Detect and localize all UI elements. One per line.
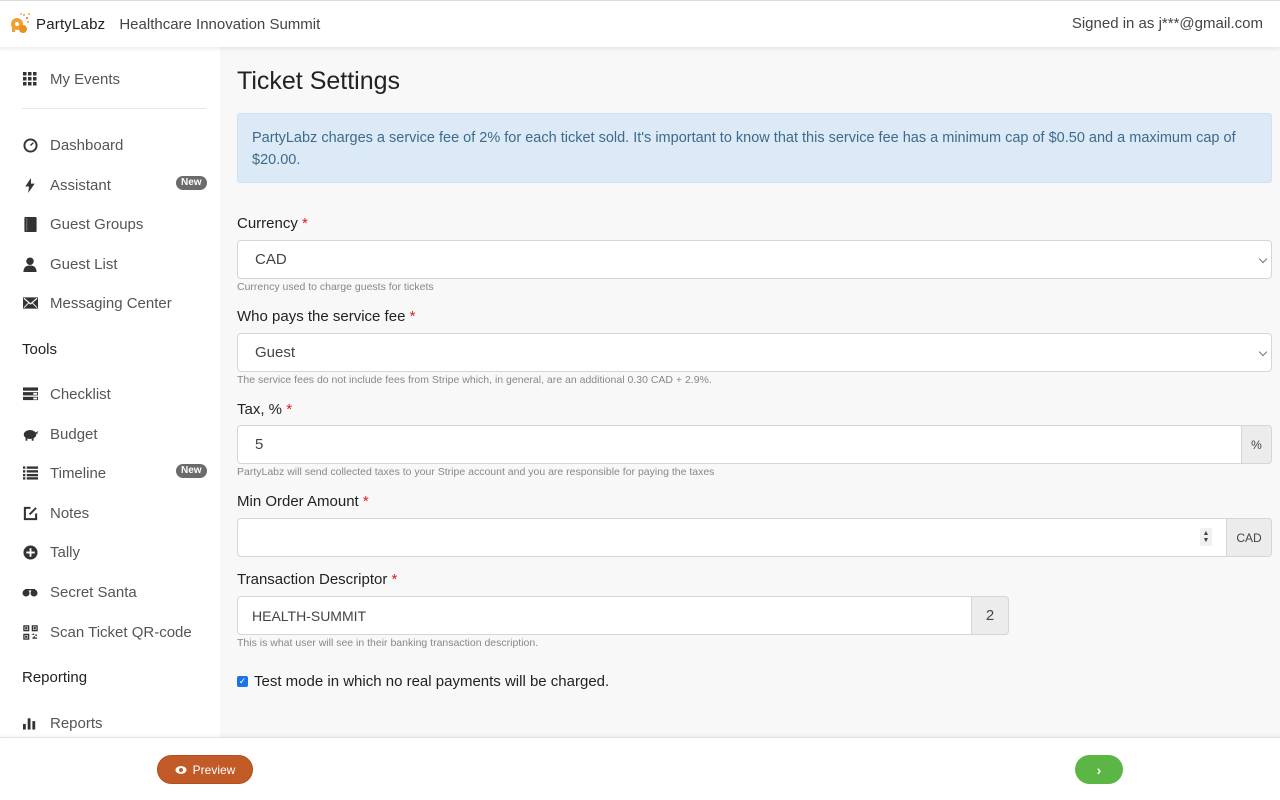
sidebar-item-dashboard[interactable]: Dashboard	[22, 134, 123, 156]
required-mark: *	[391, 571, 398, 588]
grid-icon	[22, 71, 38, 87]
currency-select[interactable]: CAD	[237, 240, 1272, 279]
sidebar-item-label: Checklist	[50, 385, 111, 403]
sidebar-item-label: Timeline	[50, 464, 107, 482]
chevron-right-icon: ›	[1096, 761, 1102, 778]
sidebar-item-assistant[interactable]: Assistant	[22, 174, 111, 196]
tax-label-text: Tax, %	[237, 401, 283, 418]
user-icon	[22, 256, 38, 272]
sidebar-item-label: Tally	[50, 543, 81, 561]
sidebar-item-label: Secret Santa	[50, 583, 137, 601]
fee-payer-value: Guest	[255, 344, 296, 361]
sidebar-item-label: Scan Ticket QR-code	[50, 623, 192, 641]
sidebar: My Events Dashboard Assistant New Guest …	[0, 47, 220, 737]
test-mode-row[interactable]: ✓ Test mode in which no real payments wi…	[237, 673, 609, 690]
fee-payer-label-text: Who pays the service fee	[237, 308, 406, 325]
test-mode-label: Test mode in which no real payments will…	[254, 673, 610, 690]
reporting-heading: Reporting	[22, 669, 88, 686]
sidebar-item-label: Guest Groups	[50, 215, 144, 233]
sidebar-divider	[22, 108, 206, 109]
top-header: PartyLabz Healthcare Innovation Summit S…	[0, 0, 1280, 47]
event-title: Healthcare Innovation Summit	[119, 15, 321, 33]
sidebar-item-reports[interactable]: Reports	[22, 712, 103, 734]
sidebar-item-label: Guest List	[50, 255, 118, 273]
brand-logo[interactable]: PartyLabz	[10, 11, 105, 37]
required-mark: *	[362, 493, 369, 510]
page-title: Ticket Settings	[237, 67, 401, 95]
spinner-down-icon[interactable]: ▼	[1203, 537, 1210, 544]
fee-payer-help: The service fees do not include fees fro…	[237, 374, 712, 386]
tax-value: 5	[255, 436, 264, 453]
min-order-input[interactable]	[237, 518, 1227, 557]
min-order-label-text: Min Order Amount	[237, 493, 359, 510]
descriptor-label: Transaction Descriptor *	[237, 571, 397, 588]
sidebar-item-budget[interactable]: Budget	[22, 423, 98, 445]
brand-name: PartyLabz	[36, 15, 106, 33]
sidebar-item-label: Assistant	[50, 176, 111, 194]
sidebar-item-label: My Events	[50, 70, 121, 88]
fee-payer-select[interactable]: Guest	[237, 333, 1272, 372]
preview-label: Preview	[192, 762, 236, 777]
bolt-icon	[22, 177, 38, 193]
sidebar-item-label: Messaging Center	[50, 294, 172, 312]
fee-payer-label: Who pays the service fee *	[237, 308, 415, 325]
required-mark: *	[409, 308, 416, 325]
sidebar-item-guest-groups[interactable]: Guest Groups	[22, 213, 143, 235]
cad-addon: CAD	[1226, 518, 1272, 557]
currency-label-text: Currency	[237, 215, 298, 232]
sidebar-item-guest-list[interactable]: Guest List	[22, 253, 118, 275]
book-icon	[22, 216, 38, 232]
sidebar-item-secret-santa[interactable]: Secret Santa	[22, 581, 137, 603]
sidebar-item-timeline[interactable]: Timeline	[22, 462, 106, 484]
sunglasses-icon	[22, 584, 38, 600]
plus-circle-icon	[22, 544, 38, 560]
sidebar-item-my-events[interactable]: My Events	[22, 68, 120, 90]
descriptor-count-addon: 2	[971, 596, 1009, 635]
bar-chart-icon	[22, 715, 38, 731]
next-button[interactable]: ›	[1075, 755, 1123, 784]
number-spinner[interactable]: ▲ ▼	[1200, 528, 1212, 546]
descriptor-help: This is what user will see in their bank…	[237, 637, 539, 649]
preview-button[interactable]: Preview	[157, 755, 253, 784]
required-mark: *	[302, 215, 308, 232]
eye-icon	[175, 765, 187, 775]
percent-addon: %	[1241, 425, 1272, 464]
min-order-label: Min Order Amount *	[237, 493, 369, 510]
list-icon	[22, 465, 38, 481]
piggy-bank-icon	[22, 426, 38, 442]
service-fee-alert: PartyLabz charges a service fee of 2% fo…	[237, 113, 1272, 183]
new-badge: New	[176, 176, 207, 190]
test-mode-checkbox[interactable]: ✓	[237, 676, 248, 687]
tax-label: Tax, % *	[237, 401, 292, 418]
tools-heading: Tools	[22, 341, 58, 358]
new-badge: New	[176, 464, 207, 478]
sidebar-item-notes[interactable]: Notes	[22, 502, 89, 524]
spinner-up-icon[interactable]: ▲	[1203, 530, 1210, 537]
footer-bar: Preview ›	[0, 737, 1280, 800]
tax-input[interactable]: 5	[237, 425, 1242, 464]
descriptor-label-text: Transaction Descriptor	[237, 571, 388, 588]
required-mark: *	[286, 401, 293, 418]
descriptor-input[interactable]: HEALTH-SUMMIT	[237, 596, 973, 635]
sidebar-item-label: Notes	[50, 504, 90, 522]
currency-label: Currency *	[237, 215, 308, 232]
checklist-icon	[22, 386, 38, 402]
envelope-icon	[22, 295, 38, 311]
signed-in-user[interactable]: Signed in as j***@gmail.com	[1072, 15, 1263, 32]
descriptor-value: HEALTH-SUMMIT	[252, 607, 367, 624]
currency-value: CAD	[255, 251, 287, 268]
sidebar-item-label: Budget	[50, 425, 98, 443]
dashboard-icon	[22, 137, 38, 153]
sidebar-item-messaging-center[interactable]: Messaging Center	[22, 292, 172, 314]
sidebar-item-scan-ticket[interactable]: Scan Ticket QR-code	[22, 621, 192, 643]
tax-help: PartyLabz will send collected taxes to y…	[237, 466, 715, 478]
sidebar-item-checklist[interactable]: Checklist	[22, 383, 111, 405]
sidebar-item-label: Dashboard	[50, 136, 124, 154]
qrcode-icon	[22, 624, 38, 640]
sidebar-item-tally[interactable]: Tally	[22, 541, 80, 563]
partylabz-logo-icon	[10, 11, 32, 37]
edit-icon	[22, 505, 38, 521]
sidebar-item-label: Reports	[50, 714, 103, 732]
currency-help: Currency used to charge guests for ticke…	[237, 281, 434, 293]
